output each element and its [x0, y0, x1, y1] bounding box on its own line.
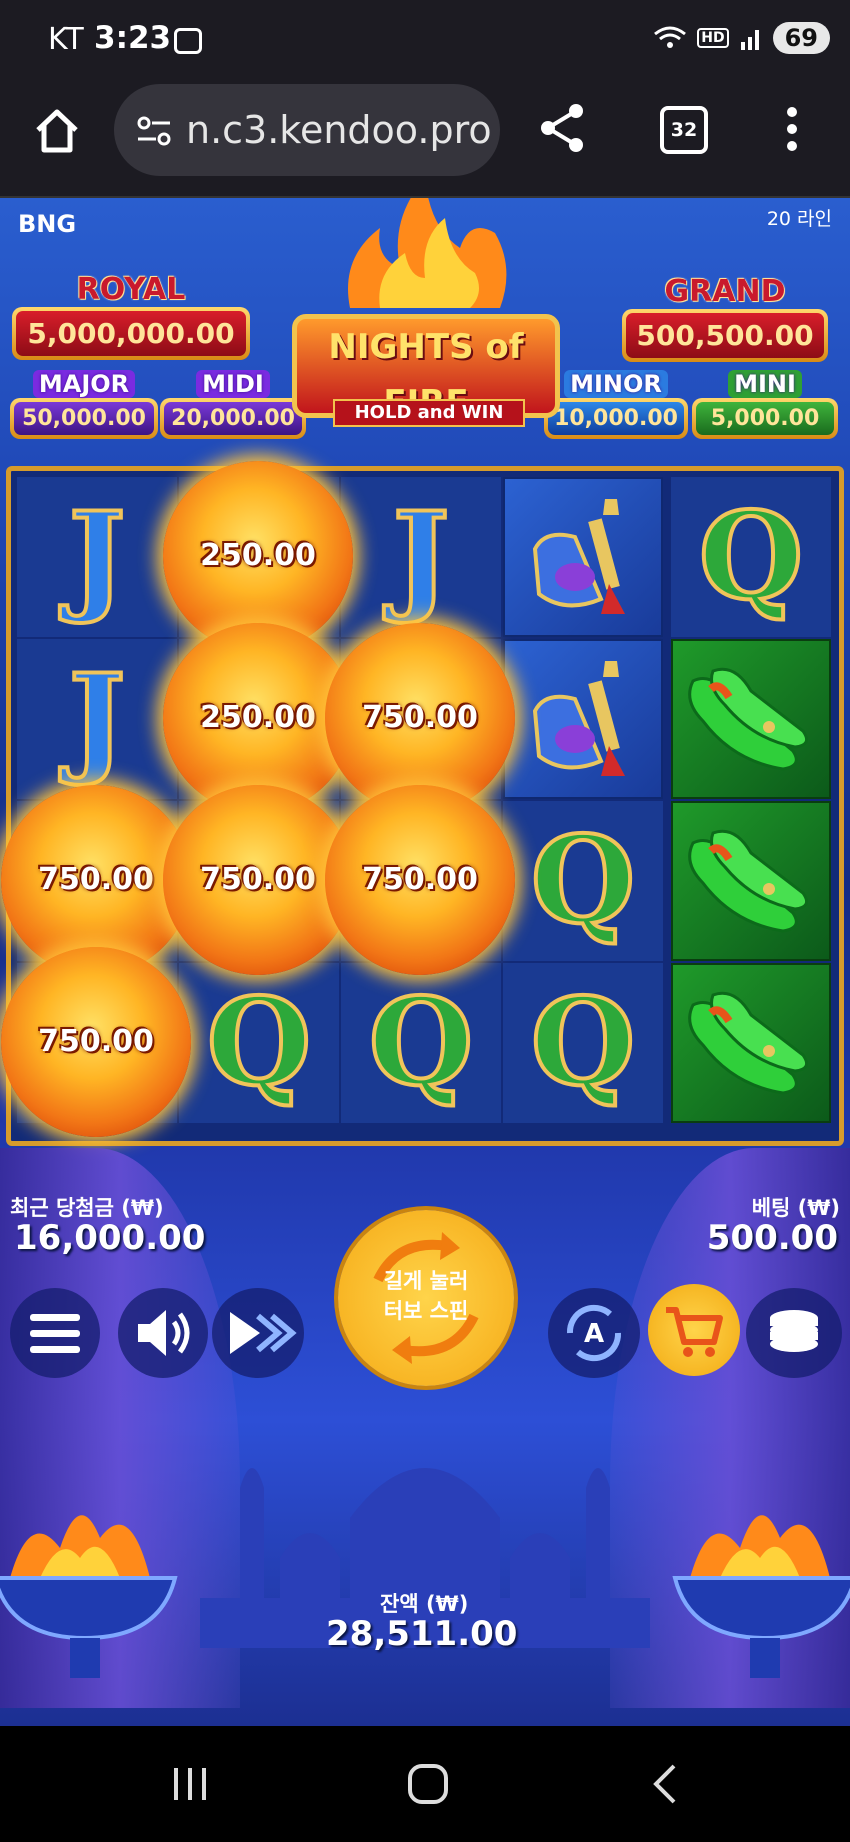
hd-icon: HD [697, 28, 729, 48]
jackpot-major-label: MAJOR [32, 370, 136, 398]
bet-value[interactable]: 500.00 [707, 1218, 838, 1258]
bet-settings-button[interactable] [746, 1288, 842, 1378]
coins-icon [770, 1310, 818, 1352]
jackpot-royal-value: 5,000,000.00 [16, 311, 246, 356]
status-icons: HD 69 [653, 22, 830, 54]
site-settings-icon[interactable] [136, 114, 172, 148]
signal-icon [740, 30, 759, 50]
jackpot-midi-value: 20,000.00 [164, 402, 302, 435]
spin-button[interactable]: 길게 눌러 터보 스핀 [338, 1210, 514, 1386]
browser-toolbar: n.c3.kendoo.pro 32 [0, 80, 850, 198]
symbol-q: Q [529, 808, 638, 953]
symbol-q: Q [529, 970, 638, 1115]
wifi-icon [654, 26, 687, 48]
battery-indicator: 69 [772, 22, 830, 54]
brazier-left [0, 1515, 178, 1678]
turbo-button[interactable] [212, 1288, 304, 1378]
sound-icon [138, 1310, 190, 1356]
slippers-icon [688, 829, 809, 933]
jackpot-grand-value: 500,500.00 [626, 313, 824, 358]
jackpot-grand: GRAND 500,500.00 [622, 274, 828, 362]
menu-button[interactable] [10, 1288, 100, 1378]
slippers-icon [688, 991, 809, 1095]
menu-icon [30, 1314, 80, 1353]
jackpot-royal: ROYAL 5,000,000.00 [12, 272, 250, 360]
slippers-icon [688, 667, 809, 771]
reel-cell [671, 801, 831, 961]
symbol-j: J [391, 484, 452, 629]
symbol-q: Q [205, 970, 314, 1115]
symbol-j: J [67, 646, 128, 791]
reel-cell [503, 639, 663, 799]
game-subtitle: HOLD and WIN [333, 399, 525, 427]
symbol-q: Q [367, 970, 476, 1115]
jackpot-minor-value: 10,000.00 [548, 402, 684, 435]
lamp-potion-icon [532, 661, 625, 776]
spin-label-2: 터보 스핀 [383, 1299, 469, 1323]
share-icon[interactable] [538, 102, 586, 154]
reel-cell: Q [341, 963, 501, 1123]
fireball-value: 750.00 [38, 1024, 154, 1059]
provider-logo: BNG [18, 210, 77, 238]
balance-value: 28,511.00 [326, 1614, 518, 1654]
svg-text:A: A [584, 1319, 604, 1349]
fireball-bonus-symbol: 750.00 [1, 947, 191, 1137]
clock: 3:23 [94, 20, 172, 56]
sound-button[interactable] [118, 1288, 208, 1378]
jackpot-mini-label: MINI [728, 370, 802, 398]
navigation-bar [0, 1726, 850, 1842]
more-menu-icon[interactable] [782, 106, 802, 152]
symbol-q: Q [697, 484, 806, 629]
brazier-right [672, 1515, 850, 1678]
buy-feature-button[interactable] [648, 1284, 740, 1376]
carrier: KT [48, 22, 84, 57]
autoplay-icon: A [566, 1304, 622, 1362]
reel-cell: Q [179, 963, 339, 1123]
recent-apps-icon[interactable] [170, 1764, 210, 1804]
jackpot-royal-label: ROYAL [76, 272, 186, 307]
jackpot-midi: MIDI 20,000.00 [160, 370, 306, 439]
screen-record-icon [174, 28, 202, 54]
flame-icon [348, 198, 507, 308]
status-bar: KT 3:23 HD 69 [0, 0, 850, 80]
lines-count: 20 라인 [766, 208, 832, 230]
reel-cell: Q [671, 477, 831, 637]
address-bar[interactable]: n.c3.kendoo.pro [114, 84, 500, 176]
reel-cell: Q [503, 801, 663, 961]
spin-label-1: 길게 눌러 [383, 1269, 469, 1293]
fireball-value: 750.00 [362, 862, 478, 897]
home-nav-icon[interactable] [406, 1762, 450, 1806]
reel-cell [671, 639, 831, 799]
back-icon[interactable] [650, 1762, 680, 1806]
cart-icon [666, 1307, 723, 1357]
reel-grid: J J Q J Q Q Q Q 250.00 250.00 750.00 750.00 750.00 75… [1, 461, 844, 1146]
url-text: n.c3.kendoo.pro [186, 108, 492, 152]
fast-forward-icon [230, 1312, 297, 1354]
reel-cell [503, 477, 663, 637]
jackpot-midi-label: MIDI [196, 370, 270, 398]
home-icon[interactable] [32, 106, 82, 156]
game-canvas[interactable]: BNG 20 라인 ROYAL 5,000,000.00 GRAND 500,5… [0, 198, 850, 1726]
jackpot-mini-value: 5,000.00 [696, 402, 834, 435]
reel-cell: J [17, 477, 177, 637]
reel-cell: J [17, 639, 177, 799]
jackpot-major-value: 50,000.00 [14, 402, 154, 435]
fireball-bonus-symbol: 750.00 [325, 785, 515, 975]
last-win-value: 16,000.00 [14, 1218, 206, 1258]
lamp-potion-icon [532, 499, 625, 614]
game-logo: NIGHTS of FIRE HOLD and WIN [292, 314, 560, 427]
reel-cell [671, 963, 831, 1123]
jackpot-minor-label: MINOR [564, 370, 668, 398]
reel-cell: Q [503, 963, 663, 1123]
autoplay-button[interactable]: A [548, 1288, 640, 1378]
jackpot-grand-label: GRAND [664, 274, 786, 309]
jackpot-mini: MINI 5,000.00 [692, 370, 838, 439]
symbol-j: J [67, 484, 128, 629]
reel-cell: J [341, 477, 501, 637]
jackpot-major: MAJOR 50,000.00 [10, 370, 158, 439]
jackpot-minor: MINOR 10,000.00 [544, 370, 688, 439]
tab-switcher-button[interactable]: 32 [660, 106, 708, 154]
